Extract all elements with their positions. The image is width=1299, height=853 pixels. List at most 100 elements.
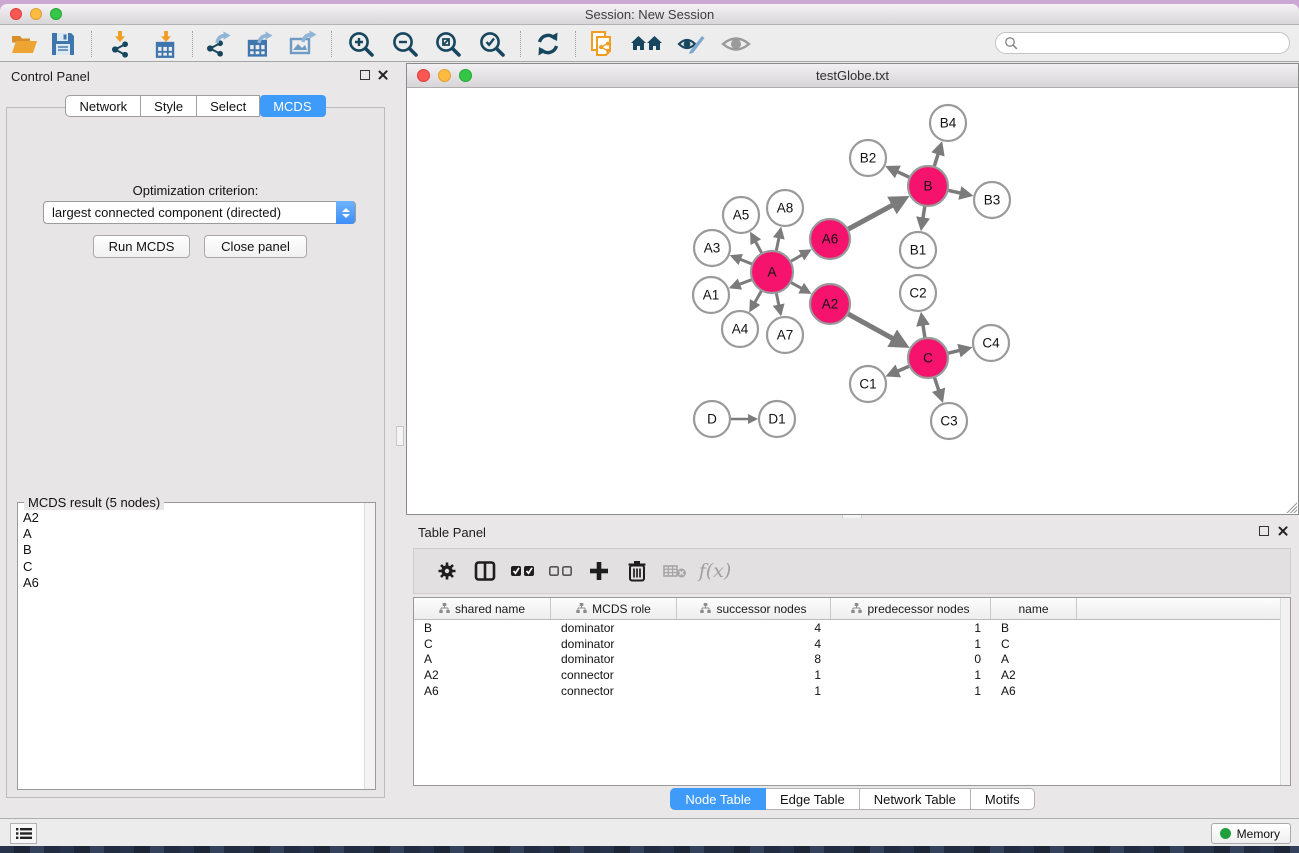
node-C1[interactable]: C1 (850, 366, 886, 402)
close-panel-button[interactable]: Close panel (204, 235, 307, 258)
column-header-name[interactable]: name (991, 598, 1077, 619)
cell-predecessor-nodes[interactable]: 1 (831, 637, 991, 651)
table-row[interactable]: A6connector11A6 (414, 683, 1290, 699)
export-image-icon[interactable] (285, 29, 321, 59)
cell-shared-name[interactable]: A (414, 652, 551, 666)
zoom-fit-icon[interactable] (430, 29, 466, 59)
cell-name[interactable]: A6 (991, 684, 1077, 698)
cell-shared-name[interactable]: A6 (414, 684, 551, 698)
cell-MCDS-role[interactable]: connector (551, 684, 677, 698)
network-window-titlebar[interactable]: testGlobe.txt (407, 64, 1298, 88)
mcds-result-item[interactable]: A (23, 526, 364, 542)
cell-MCDS-role[interactable]: dominator (551, 652, 677, 666)
column-header-successor-nodes[interactable]: successor nodes (677, 598, 831, 619)
home-pair-icon[interactable] (629, 29, 665, 59)
cell-shared-name[interactable]: B (414, 621, 551, 635)
node-C[interactable]: C (908, 338, 948, 378)
node-B1[interactable]: B1 (900, 232, 936, 268)
node-A[interactable]: A (751, 251, 793, 293)
cell-name[interactable]: C (991, 637, 1077, 651)
column-header-predecessor-nodes[interactable]: predecessor nodes (831, 598, 991, 619)
cell-name[interactable]: B (991, 621, 1077, 635)
node-A6[interactable]: A6 (810, 219, 850, 259)
node-A1[interactable]: A1 (693, 277, 729, 313)
cell-shared-name[interactable]: C (414, 637, 551, 651)
window-resize-grip[interactable] (1284, 500, 1297, 513)
toggle-graphics-details-icon[interactable] (673, 29, 709, 59)
node-D[interactable]: D (694, 401, 730, 437)
node-D1[interactable]: D1 (759, 401, 795, 437)
criterion-dropdown[interactable]: largest connected component (directed) (43, 201, 356, 224)
tab-edge-table[interactable]: Edge Table (766, 788, 860, 810)
table-close-panel-icon[interactable] (1277, 525, 1289, 537)
node-A8[interactable]: A8 (767, 190, 803, 226)
export-table-icon[interactable] (242, 29, 278, 59)
cell-successor-nodes[interactable]: 1 (677, 684, 831, 698)
tab-motifs[interactable]: Motifs (971, 788, 1035, 810)
tab-network-table[interactable]: Network Table (860, 788, 971, 810)
vertical-splitter-handle[interactable] (396, 426, 404, 446)
zoom-out-icon[interactable] (387, 29, 423, 59)
gear-icon[interactable] (428, 554, 466, 588)
node-A3[interactable]: A3 (694, 230, 730, 266)
mcds-result-item[interactable]: C (23, 559, 364, 575)
node-C3[interactable]: C3 (931, 403, 967, 439)
show-hide-eye-icon[interactable] (718, 29, 754, 59)
table-row[interactable]: A2connector11A2 (414, 667, 1290, 683)
deselect-all-icon[interactable] (542, 554, 580, 588)
node-B3[interactable]: B3 (974, 182, 1010, 218)
table-row[interactable]: Adominator80A (414, 652, 1290, 668)
network-canvas[interactable]: A B C A6 A2 A1 A3 A4 A5 A7 A8 B1 B2 B3 B4 C1 C2 C3 C4 D D1 (407, 89, 1298, 514)
node-A5[interactable]: A5 (723, 197, 759, 233)
mcds-result-item[interactable]: A2 (23, 510, 364, 526)
node-B[interactable]: B (908, 166, 948, 206)
export-network-icon[interactable] (200, 29, 236, 59)
node-A4[interactable]: A4 (722, 311, 758, 347)
cell-successor-nodes[interactable]: 4 (677, 637, 831, 651)
tab-style[interactable]: Style (141, 95, 197, 117)
zoom-in-icon[interactable] (343, 29, 379, 59)
cell-successor-nodes[interactable]: 8 (677, 652, 831, 666)
mcds-result-item[interactable]: A6 (23, 575, 364, 591)
tab-node-table[interactable]: Node Table (670, 788, 766, 810)
cell-MCDS-role[interactable]: connector (551, 668, 677, 682)
node-C2[interactable]: C2 (900, 275, 936, 311)
node-B4[interactable]: B4 (930, 105, 966, 141)
cell-predecessor-nodes[interactable]: 0 (831, 652, 991, 666)
node-table[interactable]: shared nameMCDS rolesuccessor nodesprede… (413, 597, 1291, 786)
memory-button[interactable]: Memory (1211, 823, 1291, 844)
table-row[interactable]: Bdominator41B (414, 620, 1290, 636)
node-C4[interactable]: C4 (973, 325, 1009, 361)
table-float-panel-icon[interactable] (1259, 526, 1269, 536)
import-table-icon[interactable] (148, 29, 184, 59)
cell-MCDS-role[interactable]: dominator (551, 637, 677, 651)
cell-name[interactable]: A (991, 652, 1077, 666)
columns-icon[interactable] (466, 554, 504, 588)
tab-network[interactable]: Network (65, 95, 141, 117)
clone-network-icon[interactable] (585, 29, 621, 59)
cell-predecessor-nodes[interactable]: 1 (831, 684, 991, 698)
zoom-selected-icon[interactable] (474, 29, 510, 59)
mcds-result-item[interactable]: B (23, 542, 364, 558)
refresh-icon[interactable] (530, 29, 566, 59)
node-B2[interactable]: B2 (850, 140, 886, 176)
cell-MCDS-role[interactable]: dominator (551, 621, 677, 635)
mcds-result-list[interactable]: A2ABCA6 (18, 506, 364, 789)
table-scrollbar[interactable] (1280, 598, 1290, 785)
cell-shared-name[interactable]: A2 (414, 668, 551, 682)
task-history-button[interactable] (10, 823, 37, 844)
node-A7[interactable]: A7 (767, 317, 803, 353)
open-file-icon[interactable] (6, 29, 42, 59)
cell-name[interactable]: A2 (991, 668, 1077, 682)
float-panel-icon[interactable] (360, 70, 370, 80)
column-header-MCDS-role[interactable]: MCDS role (551, 598, 677, 619)
result-scrollbar[interactable] (364, 503, 375, 789)
tab-select[interactable]: Select (197, 95, 260, 117)
add-icon[interactable] (580, 554, 618, 588)
cell-predecessor-nodes[interactable]: 1 (831, 668, 991, 682)
table-row[interactable]: Cdominator41C (414, 636, 1290, 652)
node-A2[interactable]: A2 (810, 284, 850, 324)
tab-mcds[interactable]: MCDS (260, 95, 325, 117)
trash-icon[interactable] (618, 554, 656, 588)
column-header-shared-name[interactable]: shared name (414, 598, 551, 619)
